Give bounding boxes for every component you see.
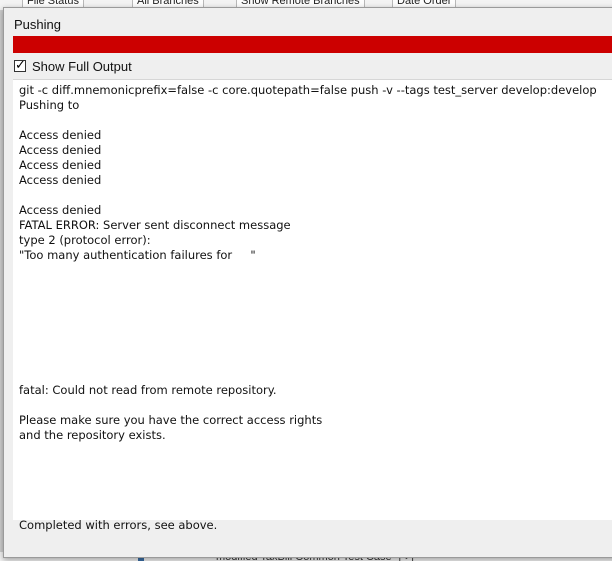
output-line: Access denied (19, 173, 102, 187)
output-line: Access denied (19, 203, 102, 217)
output-line: Completed with errors, see above. (19, 518, 218, 532)
output-line: Access denied (19, 158, 102, 172)
pushing-dialog: Pushing ✓ Show Full Output git -c diff.m… (3, 7, 612, 558)
output-line: "Too many authentication failures for " (19, 248, 256, 262)
output-line: Pushing to (19, 98, 80, 112)
dialog-title: Pushing (14, 17, 61, 32)
output-line: type 2 (protocol error): (19, 233, 151, 247)
push-progress-bar (13, 36, 612, 53)
output-line: Access denied (19, 143, 102, 157)
output-line: and the repository exists. (19, 428, 166, 442)
output-line: Please make sure you have the correct ac… (19, 413, 323, 427)
output-line: FATAL ERROR: Server sent disconnect mess… (19, 218, 291, 232)
show-full-output-label[interactable]: Show Full Output (32, 59, 132, 74)
output-line: Access denied (19, 128, 102, 142)
output-panel[interactable]: git -c diff.mnemonicprefix=false -c core… (13, 79, 612, 532)
output-line: fatal: Could not read from remote reposi… (19, 383, 277, 397)
output-log: git -c diff.mnemonicprefix=false -c core… (19, 83, 612, 533)
show-full-output-toggle[interactable]: ✓ Show Full Output (14, 58, 132, 74)
output-line: git -c diff.mnemonicprefix=false -c core… (19, 83, 597, 97)
checkmark-icon: ✓ (15, 57, 26, 72)
show-full-output-checkbox[interactable]: ✓ (14, 57, 26, 72)
